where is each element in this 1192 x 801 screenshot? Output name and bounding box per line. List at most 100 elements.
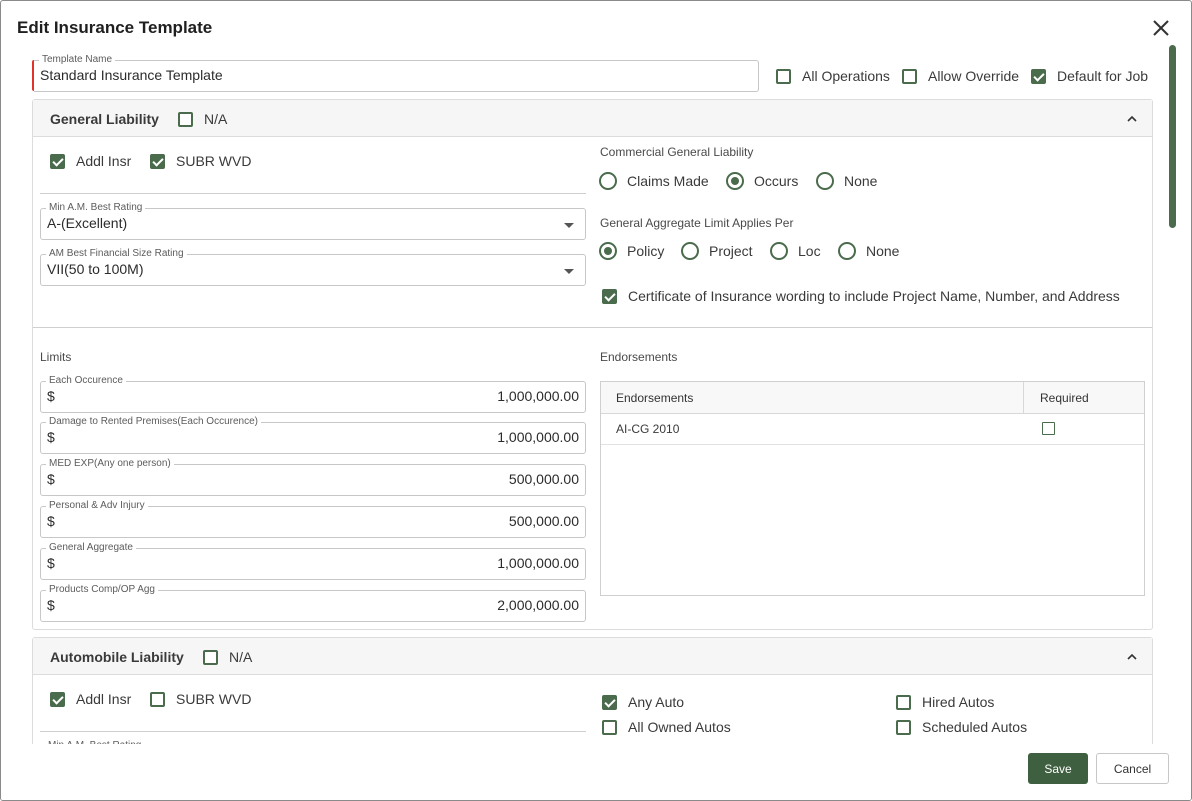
gl-subr-wvd-checkbox[interactable]: SUBR WVD [150, 153, 251, 169]
limit-amount: 1,000,000.00 [497, 388, 579, 404]
limit-label: MED EXP(Any one person) [46, 458, 174, 470]
section-divider [33, 327, 1152, 328]
gl-addl-insr-checkbox[interactable]: Addl Insr [50, 153, 131, 169]
agg-loc-label: Loc [798, 243, 821, 259]
coi-wording-label: Certificate of Insurance wording to incl… [628, 288, 1120, 304]
scheduled-autos-checkbox[interactable]: Scheduled Autos [896, 719, 1027, 735]
template-name-label: Template Name [39, 54, 116, 66]
default-for-job-checkbox[interactable]: Default for Job [1031, 68, 1148, 84]
allow-override-label: Allow Override [928, 68, 1020, 84]
checkbox-icon [776, 68, 791, 84]
radio-icon [599, 172, 617, 190]
cgl-claims-made-label: Claims Made [627, 173, 709, 189]
limit-personal-adv-injury-field[interactable]: Personal & Adv Injury $ 500,000.00 [40, 500, 586, 538]
checkbox-checked-icon [150, 153, 165, 169]
agg-loc-radio[interactable]: Loc [770, 242, 821, 260]
cgl-claims-made-radio[interactable]: Claims Made [599, 172, 709, 190]
divider [40, 193, 586, 194]
aggregate-per-label: General Aggregate Limit Applies Per [600, 216, 794, 230]
al-na-checkbox[interactable]: N/A [203, 649, 252, 665]
gl-subr-wvd-label: SUBR WVD [176, 153, 252, 169]
automobile-liability-title: Automobile Liability [50, 649, 184, 665]
limit-general-aggregate-field[interactable]: General Aggregate $ 1,000,000.00 [40, 542, 586, 580]
al-subr-wvd-checkbox[interactable]: SUBR WVD [150, 691, 251, 707]
scrollbar-thumb[interactable] [1169, 45, 1176, 228]
radio-selected-icon [599, 242, 617, 260]
currency-symbol: $ [47, 513, 55, 529]
currency-symbol: $ [47, 555, 55, 571]
agg-project-radio[interactable]: Project [681, 242, 753, 260]
limit-each-occurence-field[interactable]: Each Occurence $ 1,000,000.00 [40, 375, 586, 413]
min-am-best-rating-select[interactable]: Min A.M. Best Rating A-(Excellent) [40, 202, 586, 240]
al-na-label: N/A [229, 649, 253, 665]
limit-label: Products Comp/OP Agg [46, 584, 158, 596]
cgl-label: Commercial General Liability [600, 145, 754, 159]
required-checkbox[interactable] [1042, 422, 1055, 435]
agg-policy-radio[interactable]: Policy [599, 242, 664, 260]
limit-products-comp-field[interactable]: Products Comp/OP Agg $ 2,000,000.00 [40, 584, 586, 622]
limits-label: Limits [40, 350, 72, 364]
column-header-label: Endorsements [616, 391, 694, 405]
limit-damage-rented-field[interactable]: Damage to Rented Premises(Each Occurence… [40, 416, 586, 454]
all-owned-autos-label: All Owned Autos [628, 719, 731, 735]
dropdown-arrow-icon [564, 223, 574, 228]
close-icon[interactable] [1150, 17, 1172, 39]
general-liability-header[interactable]: General Liability N/A [33, 100, 1152, 137]
column-header-endorsements[interactable]: Endorsements [601, 382, 1024, 414]
any-auto-checkbox[interactable]: Any Auto [602, 694, 684, 710]
endorsement-name: AI-CG 2010 [616, 422, 680, 436]
all-operations-checkbox[interactable]: All Operations [776, 68, 890, 84]
checkbox-icon [602, 719, 617, 735]
gl-na-label: N/A [204, 111, 228, 127]
checkbox-checked-icon [50, 691, 65, 707]
radio-icon [816, 172, 834, 190]
column-header-required[interactable]: Required [1024, 382, 1144, 414]
al-subr-wvd-label: SUBR WVD [176, 691, 252, 707]
automobile-liability-header[interactable]: Automobile Liability N/A [33, 638, 1152, 675]
checkbox-icon [178, 111, 193, 127]
min-am-best-rating-label: Min A.M. Best Rating [46, 202, 146, 214]
currency-symbol: $ [47, 597, 55, 613]
allow-override-checkbox[interactable]: Allow Override [902, 68, 1019, 84]
al-addl-insr-checkbox[interactable]: Addl Insr [50, 691, 131, 707]
radio-icon [838, 242, 856, 260]
am-best-size-select[interactable]: AM Best Financial Size Rating VII(50 to … [40, 248, 586, 286]
dropdown-arrow-icon [564, 269, 574, 274]
template-name-field[interactable]: Template Name Standard Insurance Templat… [34, 54, 759, 92]
all-operations-label: All Operations [802, 68, 890, 84]
gl-addl-insr-label: Addl Insr [76, 153, 132, 169]
default-for-job-label: Default for Job [1057, 68, 1149, 84]
hired-autos-label: Hired Autos [922, 694, 995, 710]
cgl-none-label: None [844, 173, 878, 189]
currency-symbol: $ [47, 429, 55, 445]
currency-symbol: $ [47, 471, 55, 487]
cgl-occurs-radio[interactable]: Occurs [726, 172, 798, 190]
limit-label: Damage to Rented Premises(Each Occurence… [46, 416, 261, 428]
limit-med-exp-field[interactable]: MED EXP(Any one person) $ 500,000.00 [40, 458, 586, 496]
checkbox-icon [896, 694, 911, 710]
am-best-size-value: VII(50 to 100M) [47, 261, 144, 277]
min-am-best-rating-value: A-(Excellent) [47, 215, 128, 231]
chevron-up-icon[interactable] [1127, 652, 1137, 662]
coi-wording-checkbox[interactable]: Certificate of Insurance wording to incl… [602, 288, 1120, 304]
agg-none-radio[interactable]: None [838, 242, 899, 260]
all-owned-autos-checkbox[interactable]: All Owned Autos [602, 719, 731, 735]
checkbox-checked-icon [602, 288, 617, 304]
limit-amount: 2,000,000.00 [497, 597, 579, 613]
save-button[interactable]: Save [1028, 753, 1088, 784]
any-auto-label: Any Auto [628, 694, 685, 710]
radio-selected-icon [726, 172, 744, 190]
checkbox-icon [150, 691, 165, 707]
gl-na-checkbox[interactable]: N/A [178, 111, 227, 127]
cancel-button[interactable]: Cancel [1096, 753, 1169, 784]
checkbox-checked-icon [50, 153, 65, 169]
table-row[interactable]: AI-CG 2010 [601, 414, 1144, 445]
checkbox-icon [203, 649, 218, 665]
al-addl-insr-label: Addl Insr [76, 691, 132, 707]
agg-policy-label: Policy [627, 243, 665, 259]
cgl-none-radio[interactable]: None [816, 172, 877, 190]
chevron-up-icon[interactable] [1127, 114, 1137, 124]
limit-amount: 500,000.00 [508, 513, 579, 529]
hired-autos-checkbox[interactable]: Hired Autos [896, 694, 994, 710]
endorsements-table: Endorsements Required AI-CG 2010 [600, 381, 1145, 596]
